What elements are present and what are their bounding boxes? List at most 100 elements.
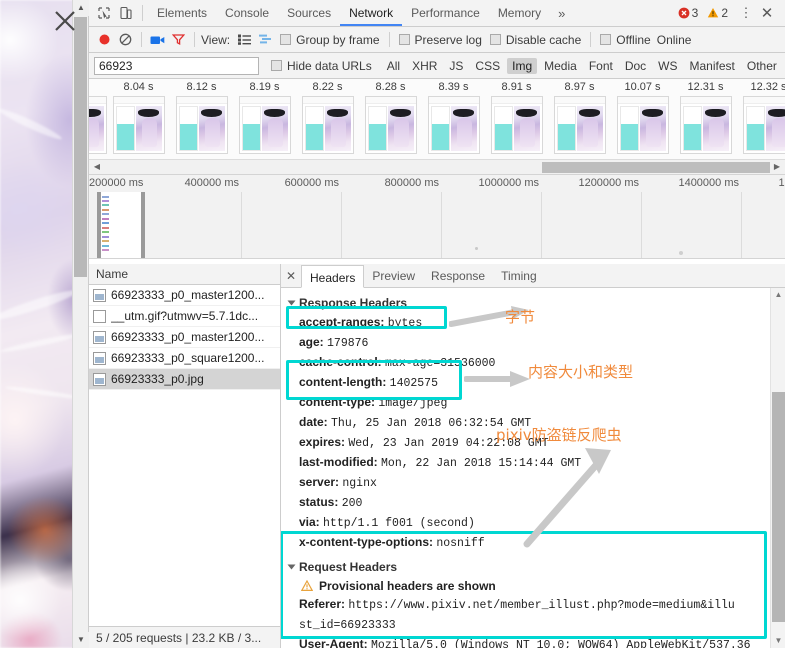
toolbar-divider: [388, 32, 390, 47]
filmstrip-frame[interactable]: 8.28 s: [359, 79, 422, 154]
tab-performance[interactable]: Performance: [402, 0, 489, 26]
screenshot-root: ▲ ▼ Elements Console Sources Network Per…: [0, 0, 785, 648]
scroll-up-arrow-icon[interactable]: ▲: [771, 288, 785, 302]
timeline-window-handle-right[interactable]: [141, 192, 145, 258]
provisional-warning-text: Provisional headers are shown: [319, 579, 496, 593]
filter-type-doc[interactable]: Doc: [620, 58, 651, 74]
filter-type-all[interactable]: All: [382, 58, 405, 74]
filter-type-media[interactable]: Media: [539, 58, 582, 74]
filter-type-js[interactable]: JS: [444, 58, 468, 74]
header-accept-ranges: accept-ranges: bytes: [287, 313, 785, 333]
tab-console[interactable]: Console: [216, 0, 278, 26]
request-row[interactable]: __utm.gif?utmwv=5.7.1dc...: [89, 306, 280, 327]
chevron-left-icon[interactable]: ◀: [90, 160, 104, 174]
filmstrip-frame-time: 8.19 s: [249, 81, 280, 93]
network-overview-timeline[interactable]: 200000 ms 400000 ms 600000 ms 800000 ms …: [89, 175, 785, 259]
filmstrip-frame[interactable]: 10.07 s: [611, 79, 674, 154]
filter-input[interactable]: [94, 56, 259, 75]
filmstrip-frame[interactable]: 8.19 s: [233, 79, 296, 154]
image-file-icon: [93, 330, 106, 344]
filter-type-css[interactable]: CSS: [470, 58, 505, 74]
header-value: nginx: [342, 477, 377, 490]
group-by-frame-checkbox[interactable]: Group by frame: [280, 33, 380, 47]
filmstrip-frame[interactable]: 8.22 s: [296, 79, 359, 154]
tab-headers[interactable]: Headers: [301, 264, 365, 288]
page-scrollbar[interactable]: ▲ ▼: [72, 0, 89, 648]
close-devtools-button[interactable]: ✕: [755, 4, 779, 22]
tab-sources[interactable]: Sources: [278, 0, 340, 26]
filmstrip-frame[interactable]: [89, 79, 107, 154]
filter-type-font[interactable]: Font: [584, 58, 618, 74]
request-row-selected[interactable]: 66923333_p0.jpg: [89, 369, 280, 390]
error-counter[interactable]: 3: [678, 6, 706, 20]
filmstrip-frame[interactable]: 8.39 s: [422, 79, 485, 154]
filmstrip-frame[interactable]: 12.31 s: [674, 79, 737, 154]
filmstrip-frame[interactable]: 8.97 s: [548, 79, 611, 154]
request-row[interactable]: 66923333_p0_master1200...: [89, 327, 280, 348]
close-icon[interactable]: [52, 8, 78, 34]
scrollbar-thumb[interactable]: [772, 392, 785, 622]
tab-network[interactable]: Network: [340, 0, 403, 26]
close-detail-button[interactable]: ✕: [281, 269, 301, 283]
filter-type-ws[interactable]: WS: [653, 58, 682, 74]
filter-type-manifest[interactable]: Manifest: [685, 58, 740, 74]
tab-timing[interactable]: Timing: [493, 264, 545, 287]
warning-counter[interactable]: 2: [707, 6, 735, 20]
filmstrip-horizontal-scrollbar[interactable]: ◀ ▶: [89, 159, 785, 174]
tab-memory[interactable]: Memory: [489, 0, 550, 26]
header-status: status: 200: [287, 493, 785, 513]
clear-icon[interactable]: [115, 29, 136, 50]
column-header-name[interactable]: Name: [89, 264, 280, 285]
response-headers-section-title[interactable]: Response Headers: [287, 294, 785, 312]
filmstrip-thumbnail: [364, 96, 417, 154]
header-value: 1402575: [389, 377, 438, 390]
hide-data-urls-label: Hide data URLs: [287, 58, 372, 73]
scrollbar-thumb[interactable]: [542, 162, 770, 173]
request-headers-section-title[interactable]: Request Headers: [287, 558, 785, 576]
record-button-icon[interactable]: [94, 29, 115, 50]
filmstrip-thumbnail: [616, 96, 669, 154]
list-view-icon[interactable]: [234, 29, 255, 50]
kebab-menu-icon[interactable]: ⋮: [737, 5, 755, 21]
inspect-element-icon[interactable]: [93, 2, 115, 24]
request-row[interactable]: 66923333_p0_master1200...: [89, 285, 280, 306]
request-list-panel: Name 66923333_p0_master1200... __utm.gif…: [89, 264, 281, 648]
timeline-tick: 800000 ms: [384, 177, 439, 189]
scroll-down-arrow-icon[interactable]: ▼: [73, 632, 89, 648]
request-row[interactable]: 66923333_p0_square1200...: [89, 348, 280, 369]
timeline-window-handle-left[interactable]: [97, 192, 101, 258]
filter-funnel-icon[interactable]: [168, 29, 189, 50]
timeline-request-bars: [102, 194, 110, 256]
tab-elements[interactable]: Elements: [148, 0, 216, 26]
offline-checkbox[interactable]: Offline: [600, 33, 651, 47]
chevron-right-icon[interactable]: ▶: [770, 160, 784, 174]
filmstrip-frame[interactable]: 12.32 s: [737, 79, 785, 154]
detail-vertical-scrollbar[interactable]: ▲ ▼: [770, 288, 785, 648]
filter-type-other[interactable]: Other: [742, 58, 782, 74]
scroll-down-arrow-icon[interactable]: ▼: [771, 634, 785, 648]
waterfall-view-icon[interactable]: [255, 29, 276, 50]
timeline-event-marker: [475, 247, 478, 250]
filter-type-xhr[interactable]: XHR: [407, 58, 442, 74]
header-key: age:: [299, 335, 324, 349]
disable-cache-checkbox[interactable]: Disable cache: [489, 33, 581, 47]
hide-data-urls-checkbox[interactable]: Hide data URLs: [271, 59, 372, 73]
toolbar-divider: [194, 32, 195, 47]
filter-type-img[interactable]: Img: [507, 57, 538, 74]
scrollbar-thumb[interactable]: [74, 17, 87, 277]
response-headers-label: Response Headers: [299, 296, 408, 310]
header-value: Wed, 23 Jan 2019 04:22:08 GMT: [348, 437, 549, 450]
preserve-log-checkbox[interactable]: Preserve log: [398, 33, 482, 47]
filmstrip-frame[interactable]: 8.91 s: [485, 79, 548, 154]
filmstrip-frame[interactable]: 8.12 s: [170, 79, 233, 154]
throttling-select[interactable]: Online: [657, 33, 692, 47]
filmstrip-frame[interactable]: 8.04 s: [107, 79, 170, 154]
header-value: 200: [341, 497, 363, 510]
tab-response[interactable]: Response: [423, 264, 493, 287]
more-tabs-button[interactable]: »: [550, 6, 573, 21]
toggle-device-toolbar-icon[interactable]: [115, 2, 137, 24]
tab-preview[interactable]: Preview: [364, 264, 423, 287]
camera-icon[interactable]: [147, 29, 168, 50]
header-key: date:: [299, 415, 328, 429]
image-file-icon: [93, 288, 106, 302]
